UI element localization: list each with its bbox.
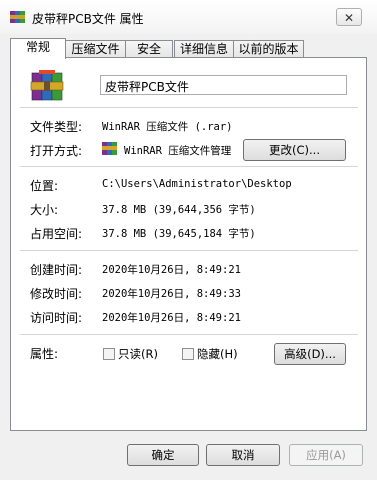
separator [20, 166, 358, 167]
properties-dialog: 皮带秤PCB文件 属性 ✕ 常规 压缩文件 安全 详细信息 以前的版本 皮带秤P… [0, 0, 377, 480]
ok-button[interactable]: 确定 [127, 444, 199, 466]
attributes-label: 属性: [30, 347, 59, 361]
tab-previous-versions[interactable]: 以前的版本 [233, 40, 304, 58]
file-type-value: WinRAR 压缩文件 (.rar) [102, 121, 233, 133]
apply-button[interactable]: 应用(A) [289, 444, 363, 466]
tab-archive[interactable]: 压缩文件 [65, 40, 126, 58]
opens-with-label: 打开方式: [30, 144, 83, 158]
tab-security[interactable]: 安全 [125, 40, 173, 58]
close-button[interactable]: ✕ [336, 8, 362, 26]
size-label: 大小: [30, 203, 59, 217]
readonly-checkbox[interactable] [103, 348, 115, 360]
size-on-disk-value: 37.8 MB (39,645,184 字节) [102, 228, 256, 240]
accessed-label: 访问时间: [30, 311, 83, 325]
separator [20, 107, 358, 108]
hidden-checkbox[interactable] [182, 348, 194, 360]
tab-general[interactable]: 常规 [10, 38, 66, 59]
modified-label: 修改时间: [30, 287, 83, 301]
size-on-disk-label: 占用空间: [30, 227, 83, 241]
separator [20, 250, 358, 251]
winrar-title-icon [10, 10, 26, 24]
location-label: 位置: [30, 179, 59, 193]
created-label: 创建时间: [30, 263, 83, 277]
advanced-button[interactable]: 高级(D)... [274, 343, 346, 365]
opens-with-value: WinRAR 压缩文件管理 [124, 145, 232, 157]
hidden-label[interactable]: 隐藏(H) [197, 346, 238, 362]
general-panel [10, 57, 367, 431]
size-value: 37.8 MB (39,644,356 字节) [102, 204, 256, 216]
winrar-archive-icon [30, 70, 64, 102]
file-type-label: 文件类型: [30, 120, 83, 134]
modified-value: 2020年10月26日, 8:49:33 [102, 288, 241, 300]
file-name-field[interactable]: 皮带秤PCB文件 [100, 75, 347, 95]
separator [20, 334, 358, 335]
readonly-label[interactable]: 只读(R) [118, 346, 158, 362]
cancel-button[interactable]: 取消 [206, 444, 280, 466]
accessed-value: 2020年10月26日, 8:49:21 [102, 312, 241, 324]
title-bar: 皮带秤PCB文件 属性 ✕ [0, 0, 377, 34]
change-button[interactable]: 更改(C)... [243, 139, 346, 161]
tab-details[interactable]: 详细信息 [174, 40, 234, 58]
location-value: C:\Users\Administrator\Desktop [102, 178, 292, 190]
close-icon: ✕ [343, 11, 355, 25]
window-title: 皮带秤PCB文件 属性 [32, 12, 144, 26]
winrar-small-icon [102, 141, 118, 156]
tab-strip: 常规 压缩文件 安全 详细信息 以前的版本 [10, 38, 368, 59]
created-value: 2020年10月26日, 8:49:21 [102, 264, 241, 276]
